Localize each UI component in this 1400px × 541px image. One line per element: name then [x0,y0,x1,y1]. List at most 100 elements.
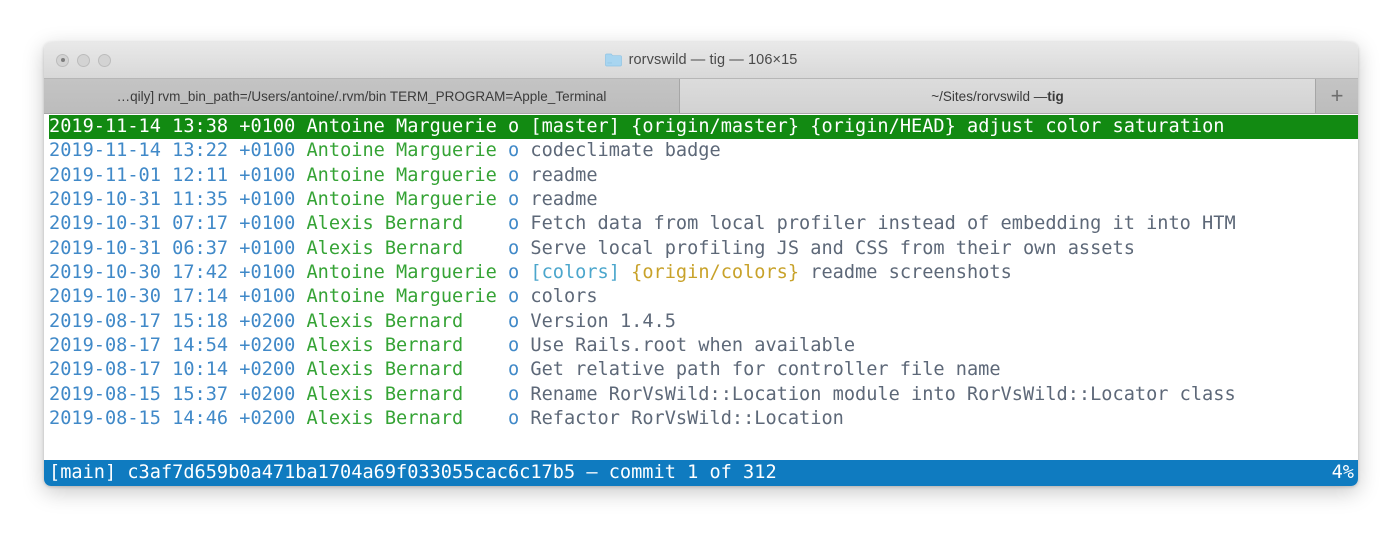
column-spacer [519,238,530,259]
column-spacer [956,116,967,137]
folder-icon [604,53,622,67]
column-spacer [295,116,306,137]
commit-date: 2019-10-31 11:35 +0100 [49,189,296,211]
column-spacer [519,116,530,137]
tab-label-bold: tig [1047,88,1064,104]
column-spacer [295,384,306,405]
column-spacer [519,286,530,307]
commit-author: Alexis Bernard [306,237,508,259]
tab-shell-session[interactable]: …qily] rvm_bin_path=/Users/antoine/.rvm/… [44,79,680,113]
commit-row[interactable]: 2019-10-31 07:17 +0100 Alexis Bernard o … [49,212,1358,236]
column-spacer [519,359,530,380]
column-spacer [799,262,810,283]
terminal-content[interactable]: 2019-11-14 13:38 +0100 Antoine Marguerie… [44,114,1358,486]
commit-author: Antoine Marguerie [306,164,508,186]
column-spacer [295,359,306,380]
column-spacer [519,213,530,234]
commit-branch-ref: [master] [530,116,620,137]
commit-author: Antoine Marguerie [306,140,508,162]
commit-row[interactable]: 2019-08-17 15:18 +0200 Alexis Bernard o … [49,310,1358,334]
window-titlebar[interactable]: rorvswild — tig — 106×15 [44,42,1358,79]
column-spacer [519,165,530,186]
commit-author: Alexis Bernard [306,213,508,235]
commit-row[interactable]: 2019-10-30 17:42 +0100 Antoine Marguerie… [49,261,1358,285]
column-spacer [295,238,306,259]
column-spacer [519,311,530,332]
commit-date: 2019-08-17 14:54 +0200 [49,335,296,357]
column-spacer [295,213,306,234]
commit-author: Antoine Marguerie [306,286,508,308]
column-spacer [519,262,530,283]
commit-row[interactable]: 2019-11-01 12:11 +0100 Antoine Marguerie… [49,164,1358,188]
tab-bar: …qily] rvm_bin_path=/Users/antoine/.rvm/… [44,79,1358,114]
commit-date: 2019-08-17 15:18 +0200 [49,310,296,332]
commit-branch-ref: [colors] [530,262,620,284]
column-spacer [620,116,631,137]
commit-graph-marker: o [507,262,520,284]
commit-message: Use Rails.root when available [530,335,856,357]
commit-message: readme [530,189,598,211]
tab-label: …qily] rvm_bin_path=/Users/antoine/.rvm/… [116,88,607,104]
column-spacer [295,286,306,307]
commit-date: 2019-10-31 06:37 +0100 [49,237,296,259]
commit-row[interactable]: 2019-08-17 14:54 +0200 Alexis Bernard o … [49,334,1358,358]
commit-row[interactable]: 2019-10-31 11:35 +0100 Antoine Marguerie… [49,188,1358,212]
column-spacer [295,408,306,429]
column-spacer [295,262,306,283]
commit-graph-marker: o [507,310,520,332]
commit-date: 2019-10-30 17:42 +0100 [49,262,296,284]
commit-graph-marker: o [507,164,520,186]
commit-message: Rename RorVsWild::Location module into R… [530,383,1236,405]
close-button[interactable] [56,53,69,67]
commit-row[interactable]: 2019-10-31 06:37 +0100 Alexis Bernard o … [49,237,1358,261]
commit-date: 2019-10-31 07:17 +0100 [49,213,296,235]
commit-graph-marker: o [507,286,520,308]
commit-author: Antoine Marguerie [306,116,508,137]
commit-graph-marker: o [507,213,520,235]
status-bar-left: [main] c3af7d659b0a471ba1704a69f033055ca… [49,462,777,483]
commit-row[interactable]: 2019-11-14 13:22 +0100 Antoine Marguerie… [49,139,1358,163]
column-spacer [295,165,306,186]
commit-date: 2019-10-30 17:14 +0100 [49,286,296,308]
column-spacer [295,335,306,356]
tab-label-prefix: ~/Sites/rorvswild — [931,88,1048,104]
tab-tig-session[interactable]: ~/Sites/rorvswild — tig [680,79,1316,113]
commit-message: colors [530,286,598,308]
window-title-area: rorvswild — tig — 106×15 [44,42,1358,78]
commit-row[interactable]: 2019-11-14 13:38 +0100 Antoine Marguerie… [49,115,1358,140]
column-spacer [519,384,530,405]
commit-message: Refactor RorVsWild::Location [530,408,844,430]
column-spacer [295,311,306,332]
column-spacer [519,335,530,356]
minimize-button[interactable] [77,53,90,67]
commit-date: 2019-11-14 13:38 +0100 [49,116,296,137]
commit-author: Alexis Bernard [306,310,508,332]
status-bar-right: 4% [1331,462,1354,483]
commit-author: Antoine Marguerie [306,262,508,284]
commit-message: Fetch data from local profiler instead o… [530,213,1236,235]
commit-date: 2019-08-15 15:37 +0200 [49,383,296,405]
new-tab-button[interactable]: + [1316,79,1358,113]
commit-row[interactable]: 2019-08-15 15:37 +0200 Alexis Bernard o … [49,383,1358,407]
commit-graph-marker: o [507,189,520,211]
commit-date: 2019-08-15 14:46 +0200 [49,408,296,430]
terminal-window: rorvswild — tig — 106×15 …qily] rvm_bin_… [44,42,1358,486]
commit-date: 2019-11-14 13:22 +0100 [49,140,296,162]
commit-message: codeclimate badge [530,140,721,162]
commit-graph-marker: o [507,335,520,357]
commit-row[interactable]: 2019-08-15 14:46 +0200 Alexis Bernard o … [49,407,1358,431]
commit-graph-marker: o [507,140,520,162]
commit-graph-marker: o [507,408,520,430]
commit-row[interactable]: 2019-08-17 10:14 +0200 Alexis Bernard o … [49,358,1358,382]
column-spacer [519,140,530,161]
zoom-button[interactable] [98,53,111,67]
column-spacer [519,408,530,429]
commit-author: Alexis Bernard [306,408,508,430]
column-spacer [295,140,306,161]
commit-message: readme screenshots [810,262,1012,284]
commit-row[interactable]: 2019-10-30 17:14 +0100 Antoine Marguerie… [49,285,1358,309]
traffic-light-group [56,42,111,78]
status-bar: [main] c3af7d659b0a471ba1704a69f033055ca… [44,460,1358,486]
commit-date: 2019-08-17 10:14 +0200 [49,359,296,381]
column-spacer [295,189,306,210]
